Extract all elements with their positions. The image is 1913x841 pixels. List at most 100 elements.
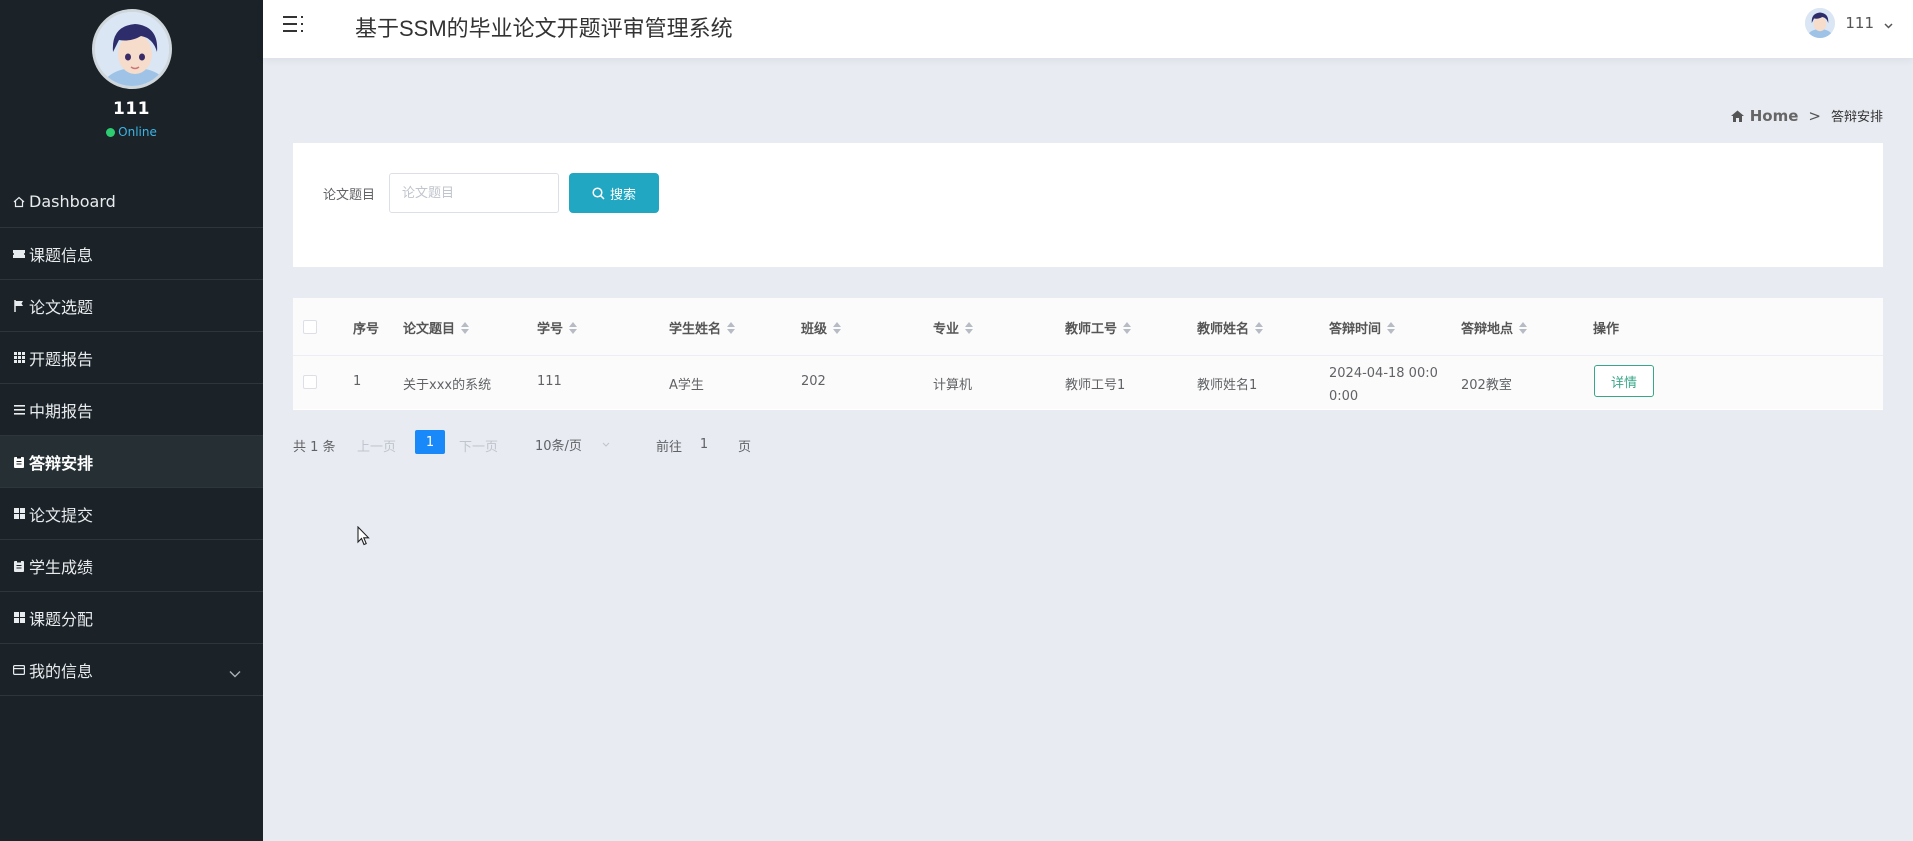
detail-button[interactable]: 详情 xyxy=(1594,365,1654,397)
sidebar-item-student-grades[interactable]: 学生成绩 xyxy=(0,540,263,592)
chevron-down-icon xyxy=(1884,14,1893,33)
column-header-label: 学号 xyxy=(537,322,564,337)
status-indicator: Online xyxy=(106,125,157,139)
sort-icon[interactable] xyxy=(461,321,470,334)
mouse-cursor-icon xyxy=(357,526,370,546)
apps-icon xyxy=(12,611,26,625)
search-icon xyxy=(592,186,605,200)
defense-time-line: 0:00 xyxy=(1329,389,1359,404)
column-header: 操作 xyxy=(1593,318,1619,337)
search-label: 论文题目 xyxy=(323,188,376,203)
sidebar-item-midterm-report[interactable]: 中期报告 xyxy=(0,384,263,436)
search-button[interactable]: 搜索 xyxy=(569,173,659,213)
profile-name: 111 xyxy=(113,99,150,119)
ticket-icon xyxy=(12,247,26,261)
goto-suffix: 页 xyxy=(738,440,752,455)
cell-teacher-no: 教师工号1 xyxy=(1065,378,1126,393)
sidebar-item-label: 学生成绩 xyxy=(29,557,94,577)
column-header-label: 教师姓名 xyxy=(1197,322,1250,337)
sort-icon[interactable] xyxy=(833,321,842,334)
search-panel: 论文题目 搜索 xyxy=(293,143,1883,267)
sidebar-item-defense-schedule[interactable]: 答辩安排 xyxy=(0,436,263,488)
sidebar-item-label: 开题报告 xyxy=(29,349,94,369)
app-title: 基于SSM的毕业论文开题评审管理系统 xyxy=(355,16,733,41)
user-menu[interactable]: 111 xyxy=(1805,8,1893,38)
cell-class: 202 xyxy=(801,374,826,389)
chevron-down-icon[interactable] xyxy=(229,663,241,682)
card-icon xyxy=(12,663,26,677)
sidebar-item-proposal-report[interactable]: 开题报告 xyxy=(0,332,263,384)
cell-thesis-title: 关于xxx的系统 xyxy=(403,378,492,393)
breadcrumb-home-label: Home xyxy=(1749,106,1799,125)
sidebar-item-topic-info[interactable]: 课题信息 xyxy=(0,228,263,280)
column-header-label: 操作 xyxy=(1593,322,1620,337)
select-all-checkbox[interactable] xyxy=(303,320,317,334)
sidebar-item-topic-assignment[interactable]: 课题分配 xyxy=(0,592,263,644)
status-text: Online xyxy=(118,125,157,139)
sidebar-nav: Dashboard 课题信息 论文选题 开题报告 中期报告 答辩安排 论文提交 … xyxy=(0,176,263,696)
column-header: 序号 xyxy=(353,318,379,337)
sidebar-item-my-info[interactable]: 我的信息 xyxy=(0,644,263,696)
goto-prefix: 前往 xyxy=(656,440,683,455)
column-header-label: 答辩时间 xyxy=(1329,322,1382,337)
cell-major: 计算机 xyxy=(933,378,973,393)
top-header: 基于SSM的毕业论文开题评审管理系统 111 xyxy=(263,0,1913,58)
breadcrumb-separator: > xyxy=(1808,106,1821,125)
sidebar-item-thesis-selection[interactable]: 论文选题 xyxy=(0,280,263,332)
column-header-label: 教师工号 xyxy=(1065,322,1118,337)
sort-icon[interactable] xyxy=(1387,321,1396,334)
cell-student-name: A学生 xyxy=(669,378,704,393)
column-header[interactable]: 答辩时间 xyxy=(1329,318,1396,337)
sort-icon[interactable] xyxy=(569,321,578,334)
sort-icon[interactable] xyxy=(1123,321,1132,334)
breadcrumb-home[interactable]: Home xyxy=(1730,106,1799,125)
clipboard-icon xyxy=(12,559,26,573)
sidebar-item-label: 中期报告 xyxy=(29,401,94,421)
sort-icon[interactable] xyxy=(1519,321,1528,334)
prev-page-button[interactable]: 上一页 xyxy=(357,436,396,455)
column-header-label: 序号 xyxy=(353,322,380,337)
sort-icon[interactable] xyxy=(727,321,736,334)
page-size-select[interactable]: 10条/页 xyxy=(535,430,615,458)
sidebar-item-label: Dashboard xyxy=(29,192,116,211)
total-count: 共 1 条 xyxy=(293,440,336,455)
column-header[interactable]: 论文题目 xyxy=(403,318,470,337)
menu-toggle-icon[interactable] xyxy=(281,13,307,35)
sidebar-item-label: 我的信息 xyxy=(29,661,94,681)
sidebar-item-label: 论文选题 xyxy=(29,297,94,317)
column-header[interactable]: 班级 xyxy=(801,318,842,337)
list-icon xyxy=(12,403,26,417)
sidebar: 111 Online Dashboard 课题信息 论文选题 开题报告 中期报告… xyxy=(0,0,263,841)
breadcrumb-current: 答辩安排 xyxy=(1830,110,1883,125)
avatar xyxy=(1805,8,1836,38)
online-dot-icon xyxy=(106,127,116,137)
sidebar-item-thesis-submission[interactable]: 论文提交 xyxy=(0,488,263,540)
sort-icon[interactable] xyxy=(965,321,974,334)
column-header-label: 专业 xyxy=(933,322,960,337)
column-header[interactable]: 教师工号 xyxy=(1065,318,1132,337)
cell-teacher-name: 教师姓名1 xyxy=(1197,378,1258,393)
home-icon xyxy=(12,195,26,209)
column-header[interactable]: 学号 xyxy=(537,318,578,337)
column-header[interactable]: 专业 xyxy=(933,318,974,337)
profile: 111 Online xyxy=(0,0,263,176)
search-input[interactable] xyxy=(389,173,559,213)
column-header[interactable]: 答辩地点 xyxy=(1461,318,1528,337)
avatar[interactable] xyxy=(91,9,172,89)
flag-icon xyxy=(12,299,26,313)
page-number-current[interactable]: 1 xyxy=(415,430,445,454)
breadcrumb: Home > 答辩安排 xyxy=(1730,106,1883,125)
column-header[interactable]: 教师姓名 xyxy=(1197,318,1264,337)
sidebar-item-dashboard[interactable]: Dashboard xyxy=(0,176,263,228)
page-size-value: 10条/页 xyxy=(535,438,582,454)
sort-icon[interactable] xyxy=(1255,321,1264,334)
defense-time-line: 2024-04-18 00:0 xyxy=(1329,366,1438,381)
column-header[interactable]: 学生姓名 xyxy=(669,318,736,337)
row-checkbox[interactable] xyxy=(303,375,317,389)
goto-page-input[interactable] xyxy=(689,430,719,458)
clipboard-icon xyxy=(12,455,26,469)
search-button-label: 搜索 xyxy=(609,187,636,203)
cell-index: 1 xyxy=(353,374,362,389)
column-header-label: 学生姓名 xyxy=(669,322,722,337)
next-page-button[interactable]: 下一页 xyxy=(459,436,498,455)
